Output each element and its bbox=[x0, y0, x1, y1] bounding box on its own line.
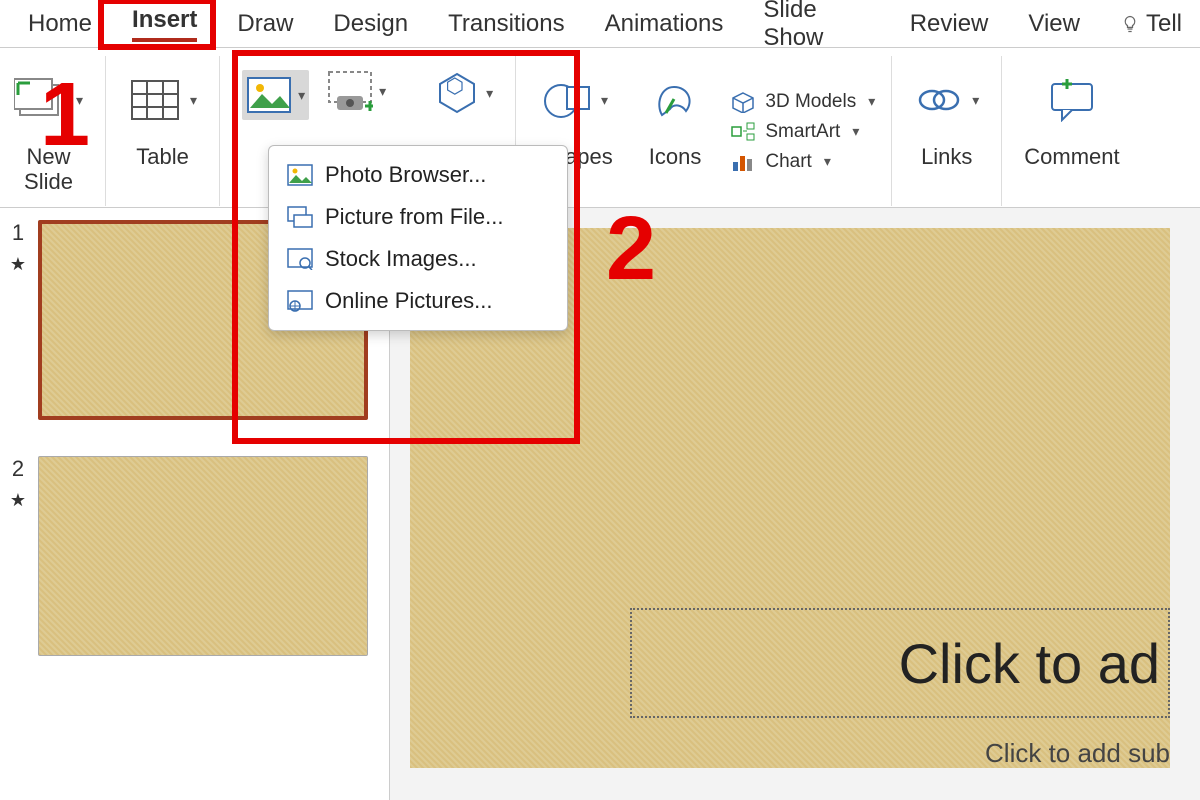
ribbon-insert: ▾ New Slide ▾ Table ▾ ▾ ▾ ▾ Shapes bbox=[0, 48, 1200, 208]
ribbon-tabs: Home Insert Draw Design Transitions Anim… bbox=[0, 0, 1200, 48]
icons-button[interactable]: Icons bbox=[635, 56, 716, 207]
stock-images-icon bbox=[287, 248, 313, 270]
tab-view[interactable]: View bbox=[1010, 0, 1098, 48]
ribbon-separator bbox=[1001, 56, 1002, 206]
ribbon-separator bbox=[219, 56, 220, 206]
chevron-down-icon: ▾ bbox=[972, 92, 979, 109]
ribbon-separator bbox=[105, 56, 106, 206]
comment-button[interactable]: Comment bbox=[1010, 56, 1133, 207]
tab-transitions[interactable]: Transitions bbox=[430, 0, 582, 48]
pictures-icon bbox=[246, 76, 292, 114]
slide-thumbnail-2[interactable] bbox=[38, 456, 368, 656]
chevron-down-icon: ▾ bbox=[486, 85, 493, 102]
comment-icon bbox=[1046, 78, 1098, 122]
menu-photo-browser[interactable]: Photo Browser... bbox=[273, 154, 563, 196]
tab-slide-show[interactable]: Slide Show bbox=[745, 0, 887, 62]
tab-home[interactable]: Home bbox=[10, 0, 110, 48]
menu-label: Stock Images... bbox=[325, 246, 477, 272]
animation-star-icon: ★ bbox=[10, 254, 26, 275]
links-icon bbox=[914, 80, 964, 120]
chevron-down-icon: ▾ bbox=[868, 93, 875, 110]
menu-stock-images[interactable]: Stock Images... bbox=[273, 238, 563, 280]
cube-icon bbox=[731, 91, 755, 113]
table-button[interactable]: ▾ Table bbox=[114, 56, 211, 207]
ribbon-separator bbox=[891, 56, 892, 206]
workspace: 1 ★ 2 ★ Click to ad Click to add sub bbox=[0, 208, 1200, 800]
title-placeholder[interactable]: Click to ad bbox=[630, 608, 1170, 718]
table-icon bbox=[128, 77, 182, 123]
chevron-down-icon: ▾ bbox=[298, 87, 305, 104]
menu-label: Online Pictures... bbox=[325, 288, 493, 314]
menu-label: Photo Browser... bbox=[325, 162, 486, 188]
animation-star-icon: ★ bbox=[10, 490, 26, 511]
icons-label: Icons bbox=[649, 144, 702, 169]
chevron-down-icon: ▾ bbox=[190, 92, 197, 109]
menu-online-pictures[interactable]: Online Pictures... bbox=[273, 280, 563, 322]
chevron-down-icon: ▾ bbox=[824, 153, 831, 170]
tell-me-search[interactable]: Tell bbox=[1102, 0, 1200, 48]
chart-button[interactable]: Chart ▾ bbox=[731, 151, 875, 173]
smartart-button[interactable]: SmartArt ▾ bbox=[731, 121, 875, 143]
3d-models-label: 3D Models bbox=[765, 91, 856, 113]
title-placeholder-text: Click to ad bbox=[899, 631, 1160, 696]
screenshot-icon bbox=[327, 70, 373, 112]
screenshot-button[interactable]: ▾ bbox=[327, 70, 386, 112]
annotation-number-2: 2 bbox=[606, 198, 656, 301]
3d-models-button[interactable]: 3D Models ▾ bbox=[731, 91, 875, 113]
tab-active-underline bbox=[132, 38, 197, 42]
bulb-icon bbox=[1120, 14, 1140, 34]
pictures-button[interactable]: ▾ bbox=[242, 70, 309, 120]
tab-insert[interactable]: Insert bbox=[114, 0, 215, 52]
tab-review[interactable]: Review bbox=[892, 0, 1007, 48]
graphics-group: 3D Models ▾ SmartArt ▾ Chart ▾ bbox=[723, 56, 883, 207]
links-label: Links bbox=[921, 144, 972, 169]
tab-design[interactable]: Design bbox=[315, 0, 426, 48]
photo-album-button[interactable]: ▾ bbox=[434, 70, 493, 116]
thumbnail-number: 2 bbox=[12, 456, 24, 482]
subtitle-placeholder-text: Click to add sub bbox=[985, 738, 1170, 768]
picture-file-icon bbox=[287, 206, 313, 228]
chart-icon bbox=[731, 152, 755, 172]
tab-insert-label: Insert bbox=[132, 6, 197, 33]
thumbnail-row-2: 2 ★ bbox=[6, 456, 383, 656]
chevron-down-icon: ▾ bbox=[601, 92, 608, 109]
shapes-icon bbox=[543, 77, 593, 123]
tell-me-label: Tell bbox=[1146, 10, 1182, 38]
chart-label: Chart bbox=[765, 151, 811, 173]
menu-label: Picture from File... bbox=[325, 204, 503, 230]
thumbnail-number: 1 bbox=[12, 220, 24, 246]
hexagon-icon bbox=[434, 70, 480, 116]
tab-animations[interactable]: Animations bbox=[587, 0, 742, 48]
smartart-icon bbox=[731, 122, 755, 142]
tab-draw[interactable]: Draw bbox=[219, 0, 311, 48]
subtitle-placeholder[interactable]: Click to add sub bbox=[985, 738, 1170, 769]
links-button[interactable]: ▾ Links bbox=[900, 56, 993, 207]
online-pictures-icon bbox=[287, 290, 313, 312]
pictures-dropdown: Photo Browser... Picture from File... St… bbox=[268, 145, 568, 331]
icons-icon bbox=[652, 77, 698, 123]
photo-browser-icon bbox=[287, 164, 313, 186]
chevron-down-icon: ▾ bbox=[852, 123, 859, 140]
smartart-label: SmartArt bbox=[765, 121, 840, 143]
table-label: Table bbox=[136, 144, 189, 169]
annotation-number-1: 1 bbox=[40, 64, 90, 167]
menu-picture-from-file[interactable]: Picture from File... bbox=[273, 196, 563, 238]
chevron-down-icon: ▾ bbox=[379, 83, 386, 100]
comment-label: Comment bbox=[1024, 144, 1119, 169]
